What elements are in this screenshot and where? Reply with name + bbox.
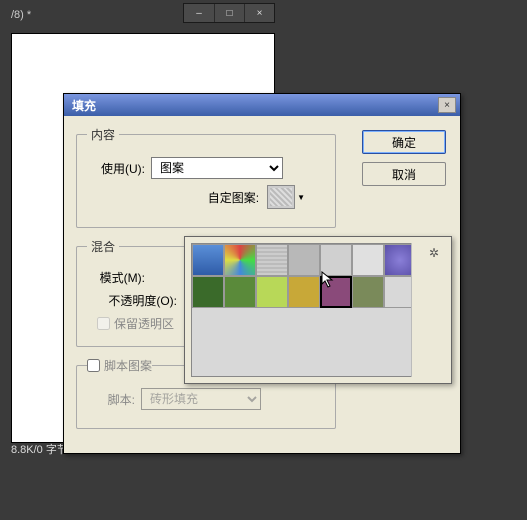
pattern-swatch[interactable] — [256, 276, 288, 308]
blend-group: 混合 模式(M): 不透明度(O): 保留透明区 — [76, 238, 194, 347]
opacity-label: 不透明度(O): — [87, 292, 177, 309]
custom-pattern-label: 自定图案: — [179, 189, 259, 206]
preserve-transparency-checkbox — [97, 317, 110, 330]
pattern-swatch[interactable] — [320, 276, 352, 308]
gear-icon[interactable]: ✲ — [425, 245, 443, 261]
script-label: 脚本: — [87, 391, 135, 408]
pattern-grid-scroll[interactable] — [191, 243, 419, 377]
pattern-swatch[interactable] — [352, 244, 384, 276]
pattern-swatch[interactable] — [256, 244, 288, 276]
scripted-pattern-label: 脚本图案 — [104, 357, 152, 374]
pattern-grid — [192, 244, 418, 308]
status-bar: 8.8K/0 字节 — [11, 441, 68, 457]
window-close-button[interactable]: × — [244, 4, 274, 22]
pattern-swatch[interactable] — [224, 276, 256, 308]
pattern-swatch[interactable] — [192, 244, 224, 276]
pattern-swatch[interactable] — [352, 276, 384, 308]
pattern-swatch[interactable] — [320, 244, 352, 276]
pattern-swatch[interactable] — [192, 276, 224, 308]
document-window-controls: – □ × — [183, 3, 275, 23]
script-select: 砖形填充 — [141, 388, 261, 410]
blend-legend: 混合 — [87, 238, 119, 255]
pattern-picker-popup: ✲ — [184, 236, 452, 384]
ok-button[interactable]: 确定 — [362, 130, 446, 154]
chevron-down-icon[interactable]: ▼ — [297, 193, 305, 202]
content-group: 内容 使用(U): 图案 自定图案: ▼ — [76, 126, 336, 228]
preserve-transparency-label: 保留透明区 — [114, 315, 174, 332]
use-label: 使用(U): — [87, 160, 145, 177]
custom-pattern-swatch[interactable] — [267, 185, 295, 209]
pattern-swatch[interactable] — [288, 276, 320, 308]
dialog-buttons: 确定 取消 — [362, 130, 446, 186]
window-minimize-button[interactable]: – — [184, 4, 214, 22]
pattern-swatch[interactable] — [288, 244, 320, 276]
dialog-body: 确定 取消 内容 使用(U): 图案 自定图案: ▼ 混合 模式(M): 不透 — [64, 116, 460, 453]
scripted-pattern-checkbox[interactable] — [87, 359, 100, 372]
pattern-preview-icon — [270, 188, 292, 206]
dialog-titlebar[interactable]: 填充 × — [64, 94, 460, 116]
cancel-button[interactable]: 取消 — [362, 162, 446, 186]
dialog-title: 填充 — [68, 97, 438, 114]
pattern-scrollbar[interactable] — [411, 243, 425, 377]
fill-dialog: 填充 × 确定 取消 内容 使用(U): 图案 自定图案: ▼ — [63, 93, 461, 454]
close-icon[interactable]: × — [438, 97, 456, 113]
document-tab[interactable]: /8) * — [11, 9, 31, 21]
content-legend: 内容 — [87, 126, 119, 143]
window-maximize-button[interactable]: □ — [214, 4, 244, 22]
mode-label: 模式(M): — [87, 269, 145, 286]
use-select[interactable]: 图案 — [151, 157, 283, 179]
pattern-swatch[interactable] — [224, 244, 256, 276]
